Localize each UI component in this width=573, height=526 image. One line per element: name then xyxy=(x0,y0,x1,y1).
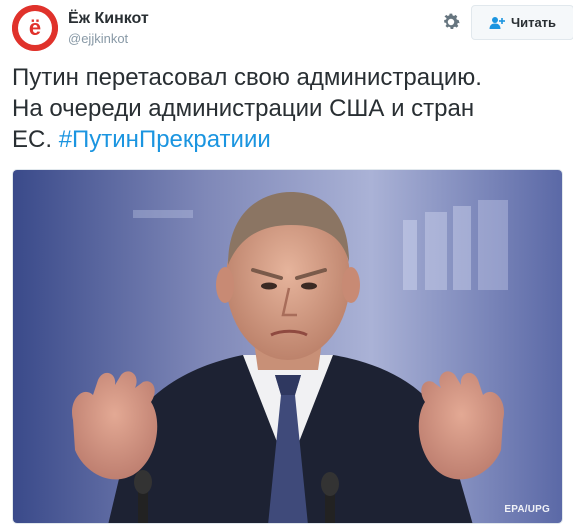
author-handle[interactable]: @ejjkinkot xyxy=(68,30,149,48)
follow-button[interactable]: Читать xyxy=(471,5,573,40)
tweet-text-line-1: Путин перетасовал свою администрацию. xyxy=(12,64,482,91)
author-name[interactable]: Ёж Кинкот xyxy=(68,9,149,29)
author-names: Ёж Кинкот @ejjkinkot xyxy=(68,9,149,48)
tweet-text-line-3: ЕС. #ПутинПрекратиии xyxy=(12,124,561,155)
tweet-text-line-2: На очереди администрации США и стран xyxy=(12,95,475,122)
hashtag-link[interactable]: #ПутинПрекратиии xyxy=(59,126,271,153)
tweet-text: Путин перетасовал свою администрацию. На… xyxy=(12,62,561,155)
avatar[interactable]: ё xyxy=(12,5,58,51)
avatar-letter: ё xyxy=(29,15,41,40)
gear-icon[interactable] xyxy=(440,11,462,33)
photo-image xyxy=(13,170,562,523)
follow-person-icon xyxy=(489,16,505,29)
photo-credit: EPA/UPG xyxy=(504,504,550,515)
tweet-card: ё Ёж Кинкот @ejjkinkot Читать Путин пере… xyxy=(0,0,573,526)
follow-label: Читать xyxy=(510,15,557,30)
tweet-text-line-3-start: ЕС. xyxy=(12,126,59,153)
tweet-photo[interactable]: EPA/UPG xyxy=(12,169,563,524)
tweet-header: ё Ёж Кинкот @ejjkinkot Читать xyxy=(12,5,573,51)
